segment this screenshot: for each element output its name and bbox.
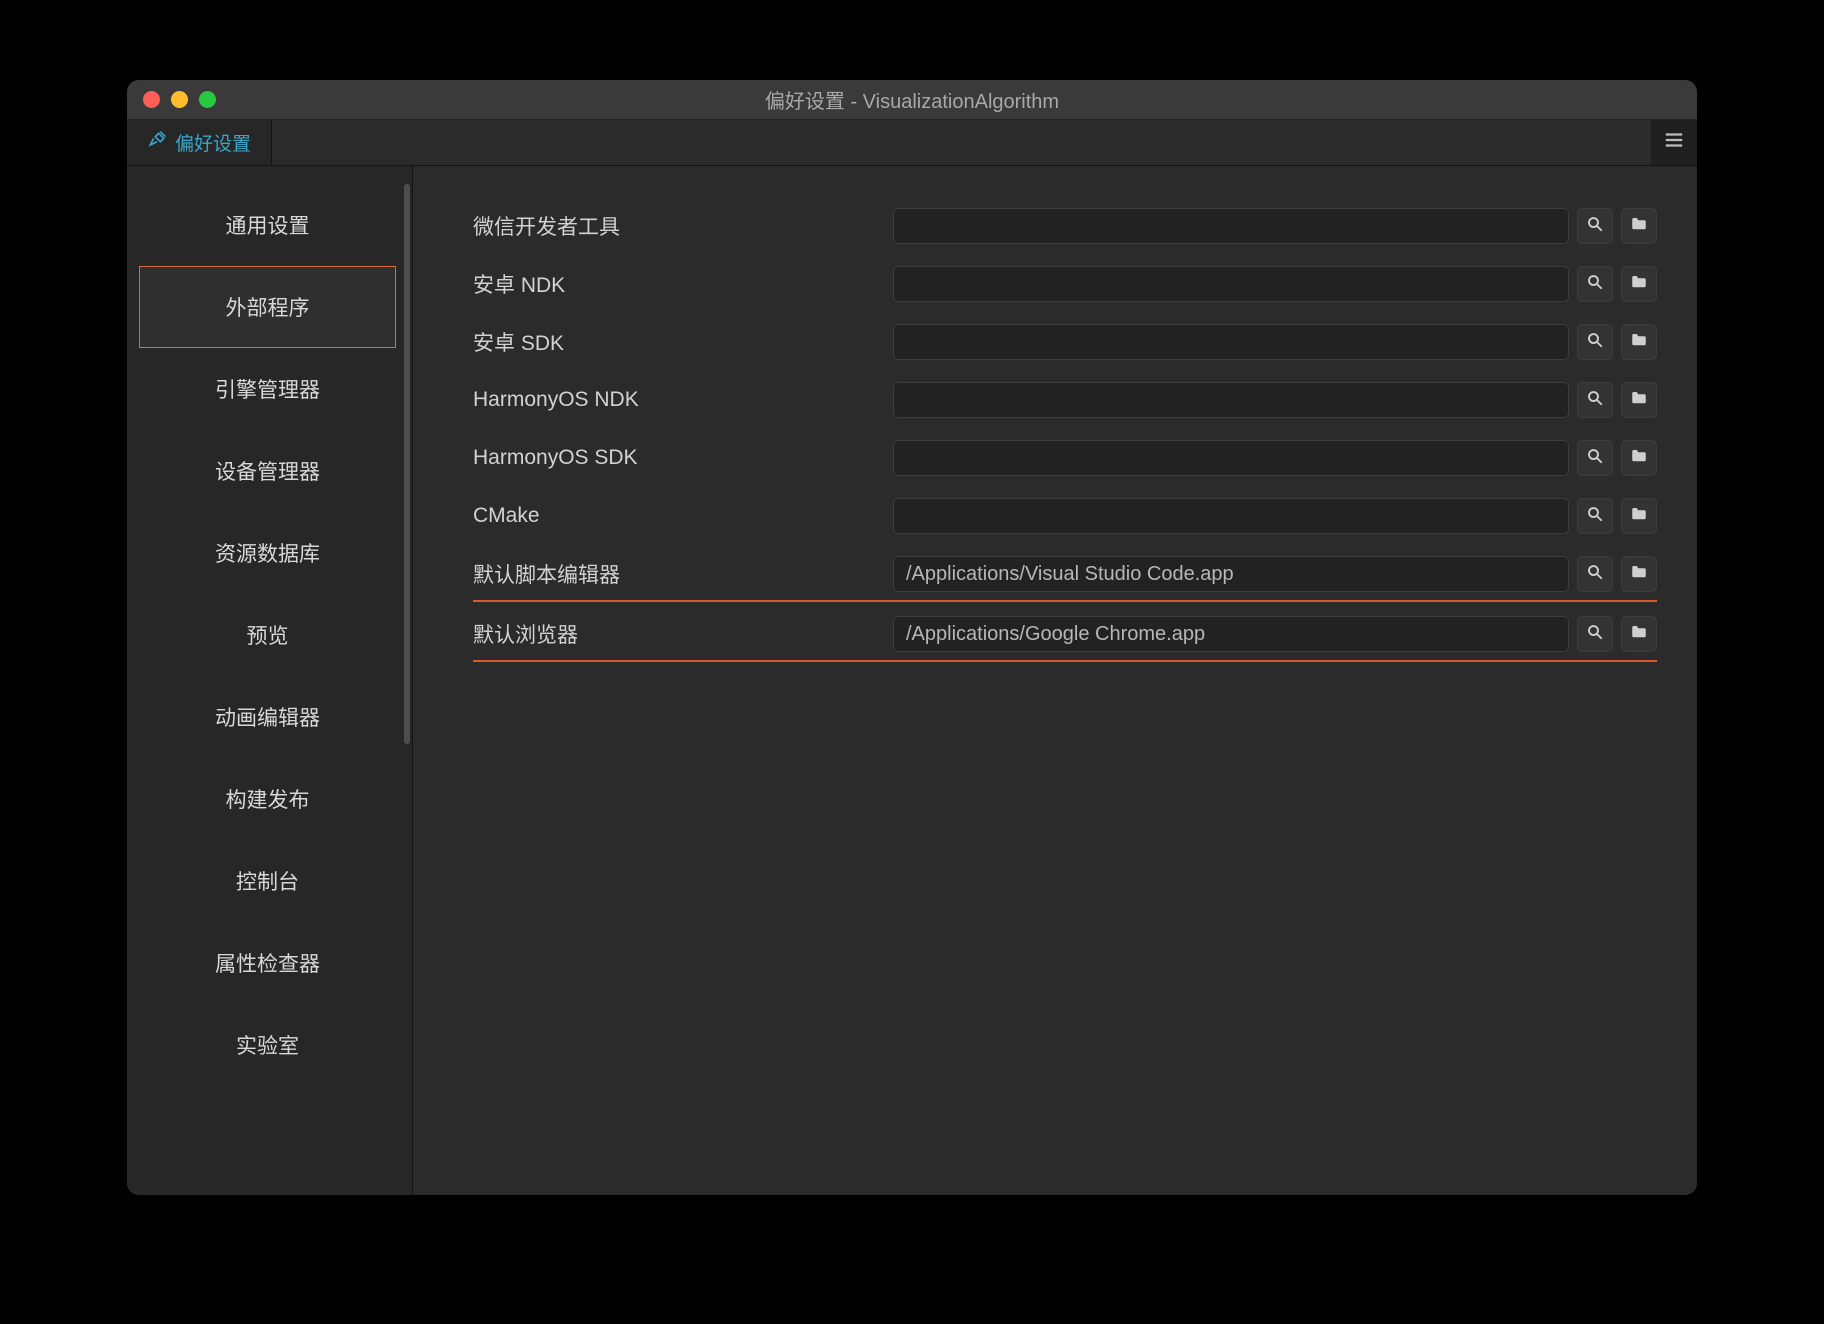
sidebar-item-5[interactable]: 预览 [139, 594, 396, 676]
search-icon [1586, 447, 1604, 470]
browse-button[interactable] [1621, 324, 1657, 360]
field-input[interactable] [893, 616, 1569, 652]
sidebar-item-label: 实验室 [236, 1030, 299, 1060]
search-button[interactable] [1577, 498, 1613, 534]
field-input[interactable] [893, 208, 1569, 244]
field-input[interactable] [893, 266, 1569, 302]
maximize-button[interactable] [199, 91, 216, 108]
sidebar-item-label: 通用设置 [226, 210, 310, 240]
folder-icon [1630, 273, 1648, 296]
folder-icon [1630, 623, 1648, 646]
sidebar-item-label: 控制台 [236, 866, 299, 896]
sidebar-item-label: 属性检查器 [215, 948, 320, 978]
field-input[interactable] [893, 382, 1569, 418]
search-button[interactable] [1577, 266, 1613, 302]
sidebar-item-0[interactable]: 通用设置 [139, 184, 396, 266]
folder-icon [1630, 215, 1648, 238]
field-input[interactable] [893, 498, 1569, 534]
browse-button[interactable] [1621, 266, 1657, 302]
sidebar-item-7[interactable]: 构建发布 [139, 758, 396, 840]
field-label: 默认浏览器 [473, 619, 893, 649]
search-icon [1586, 215, 1604, 238]
field-input[interactable] [893, 440, 1569, 476]
sidebar: 通用设置外部程序引擎管理器设备管理器资源数据库预览动画编辑器构建发布控制台属性检… [127, 166, 413, 1195]
sidebar-item-8[interactable]: 控制台 [139, 840, 396, 922]
folder-icon [1630, 389, 1648, 412]
search-button[interactable] [1577, 556, 1613, 592]
folder-icon [1630, 563, 1648, 586]
field-row-5: CMake [473, 498, 1657, 534]
search-icon [1586, 273, 1604, 296]
preferences-window: 偏好设置 - VisualizationAlgorithm 偏好设置 通用设置外… [127, 80, 1697, 1195]
field-row-0: 微信开发者工具 [473, 208, 1657, 244]
search-icon [1586, 623, 1604, 646]
sidebar-item-label: 构建发布 [226, 784, 310, 814]
field-row-4: HarmonyOS SDK [473, 440, 1657, 476]
search-button[interactable] [1577, 208, 1613, 244]
folder-icon [1630, 447, 1648, 470]
field-label: HarmonyOS SDK [473, 446, 893, 470]
sidebar-item-label: 引擎管理器 [215, 374, 320, 404]
search-button[interactable] [1577, 382, 1613, 418]
tabbar-spacer [272, 120, 1651, 165]
field-row-1: 安卓 NDK [473, 266, 1657, 302]
search-button[interactable] [1577, 616, 1613, 652]
field-row-3: HarmonyOS NDK [473, 382, 1657, 418]
menu-button[interactable] [1651, 120, 1697, 165]
field-row-6: 默认脚本编辑器 [473, 556, 1657, 592]
search-button[interactable] [1577, 324, 1613, 360]
sidebar-item-label: 外部程序 [226, 292, 310, 322]
sidebar-item-1[interactable]: 外部程序 [139, 266, 396, 348]
field-row-7: 默认浏览器 [473, 616, 1657, 652]
search-icon [1586, 563, 1604, 586]
minimize-button[interactable] [171, 91, 188, 108]
browse-button[interactable] [1621, 208, 1657, 244]
sidebar-scrollbar[interactable] [404, 184, 410, 744]
field-label: HarmonyOS NDK [473, 388, 893, 412]
browse-button[interactable] [1621, 616, 1657, 652]
close-button[interactable] [143, 91, 160, 108]
folder-icon [1630, 331, 1648, 354]
highlight-underline [473, 660, 1657, 662]
sidebar-item-10[interactable]: 实验室 [139, 1004, 396, 1086]
tools-icon [147, 130, 167, 156]
tab-label: 偏好设置 [175, 129, 251, 156]
tabbar: 偏好设置 [127, 120, 1697, 166]
highlight-underline [473, 600, 1657, 602]
browse-button[interactable] [1621, 382, 1657, 418]
sidebar-item-9[interactable]: 属性检查器 [139, 922, 396, 1004]
search-icon [1586, 331, 1604, 354]
field-input[interactable] [893, 324, 1569, 360]
main-panel: 微信开发者工具安卓 NDK 安卓 SDK HarmonyOS NDK HarmonyO… [413, 166, 1697, 1195]
browse-button[interactable] [1621, 556, 1657, 592]
sidebar-item-4[interactable]: 资源数据库 [139, 512, 396, 594]
search-button[interactable] [1577, 440, 1613, 476]
hamburger-icon [1663, 129, 1685, 156]
sidebar-item-label: 设备管理器 [215, 456, 320, 486]
sidebar-item-2[interactable]: 引擎管理器 [139, 348, 396, 430]
field-label: 安卓 SDK [473, 327, 893, 357]
content: 通用设置外部程序引擎管理器设备管理器资源数据库预览动画编辑器构建发布控制台属性检… [127, 166, 1697, 1195]
sidebar-item-6[interactable]: 动画编辑器 [139, 676, 396, 758]
field-label: 安卓 NDK [473, 269, 893, 299]
folder-icon [1630, 505, 1648, 528]
titlebar: 偏好设置 - VisualizationAlgorithm [127, 80, 1697, 120]
field-label: 默认脚本编辑器 [473, 559, 893, 589]
search-icon [1586, 389, 1604, 412]
window-title: 偏好设置 - VisualizationAlgorithm [127, 85, 1697, 114]
field-label: CMake [473, 504, 893, 528]
browse-button[interactable] [1621, 498, 1657, 534]
sidebar-item-3[interactable]: 设备管理器 [139, 430, 396, 512]
tab-preferences[interactable]: 偏好设置 [127, 120, 272, 165]
sidebar-item-label: 资源数据库 [215, 538, 320, 568]
field-input[interactable] [893, 556, 1569, 592]
sidebar-item-label: 动画编辑器 [215, 702, 320, 732]
search-icon [1586, 505, 1604, 528]
browse-button[interactable] [1621, 440, 1657, 476]
field-row-2: 安卓 SDK [473, 324, 1657, 360]
field-label: 微信开发者工具 [473, 211, 893, 241]
sidebar-item-label: 预览 [247, 620, 289, 650]
traffic-lights [127, 91, 216, 108]
